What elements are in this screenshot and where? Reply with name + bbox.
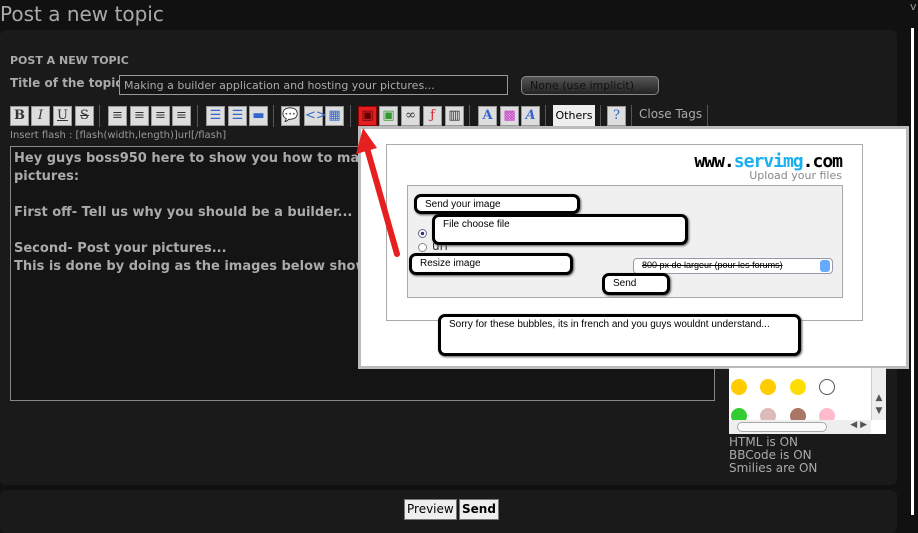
video-icon[interactable]: ▥ [445,106,464,126]
horizontal-rule-icon[interactable]: ▬ [249,106,268,126]
table-icon[interactable]: ▦ [325,106,344,126]
align-center-button[interactable]: ≡ [130,106,149,126]
separator [197,105,198,127]
smilies-status: Smilies are ON [729,461,818,475]
preview-button[interactable]: Preview [404,499,457,520]
horizontal-scrollbar[interactable]: ◀ ▶ [729,420,871,434]
send-upload-button[interactable]: Send [602,273,670,295]
image-icon[interactable]: ▣ [379,106,398,126]
align-right-button[interactable]: ≡ [151,106,170,126]
upload-subtitle: Upload your files [749,169,842,182]
separator [631,105,632,127]
scroll-thumb[interactable] [737,422,827,432]
url-radio[interactable] [418,243,427,252]
smilies-box: ▲ ▼ ◀ ▶ [729,368,886,434]
tongue-smiley-icon[interactable] [760,379,776,395]
separator [99,105,100,127]
help-icon[interactable]: ? [607,106,626,126]
vertical-scrollbar[interactable]: ▲ ▼ [871,368,886,420]
upload-form: url Send your image File choose file 800… [407,185,843,298]
host-image-icon[interactable]: ▣ [358,106,377,126]
separator [600,105,601,127]
bubble-file: File choose file [432,214,688,245]
dizzy-smiley-icon[interactable] [790,379,806,395]
bubble-resize: Resize image [409,253,573,275]
separator [273,105,274,127]
resize-select[interactable]: 800 px de largeur (pour les forums) [633,258,833,274]
file-radio[interactable] [418,229,427,238]
separator [707,105,708,127]
upload-frame: www.servimg.com Upload your files url Se… [386,144,863,321]
cool-smiley-icon[interactable] [731,379,747,395]
send-button[interactable]: Send [459,499,499,520]
numbered-list-icon[interactable]: ☰ [228,106,247,126]
separator [545,105,546,127]
status-info: HTML is ON BBCode is ON Smilies are ON [729,436,817,475]
align-left-button[interactable]: ≡ [108,106,127,126]
close-tags-button[interactable]: Close Tags [639,107,702,121]
flash-icon[interactable]: ƒ [423,106,442,126]
title-input[interactable] [119,75,508,95]
select-arrows-icon [820,260,830,272]
underline-button[interactable]: U [53,106,72,126]
code-icon[interactable]: <> [304,106,327,126]
sad-smiley-icon[interactable] [819,379,835,395]
others-button[interactable]: Others [553,105,595,127]
bullet-list-icon[interactable]: ☰ [206,106,225,126]
bubble-note: Sorry for these bubbles, its in french a… [438,314,801,356]
font-size-icon[interactable]: A [478,106,497,126]
justify-button[interactable]: ≡ [172,106,191,126]
separator [350,105,351,127]
strike-button[interactable]: S [75,106,94,126]
link-icon[interactable]: ∞ [401,106,420,126]
edge-text: v [910,0,917,13]
divider [911,28,914,515]
bubble-send-image: Send your image [414,194,580,214]
hint-text: Insert flash : [flash(width,length)]url[… [10,130,227,141]
font-face-icon[interactable]: A [521,106,540,126]
color-icon[interactable]: ▩ [500,106,519,126]
red-arrow-annotation [356,128,400,257]
image-upload-popup: www.servimg.com Upload your files url Se… [358,126,909,369]
topic-type-select[interactable]: None (use implicit) [521,76,659,95]
page-title: Post a new topic [0,2,164,26]
section-heading: POST A NEW TOPIC [10,54,129,67]
italic-button[interactable]: I [31,106,50,126]
separator [469,105,470,127]
quote-icon[interactable]: 💬 [281,106,300,126]
title-label: Title of the topic [10,76,123,90]
bold-button[interactable]: B [10,106,29,126]
